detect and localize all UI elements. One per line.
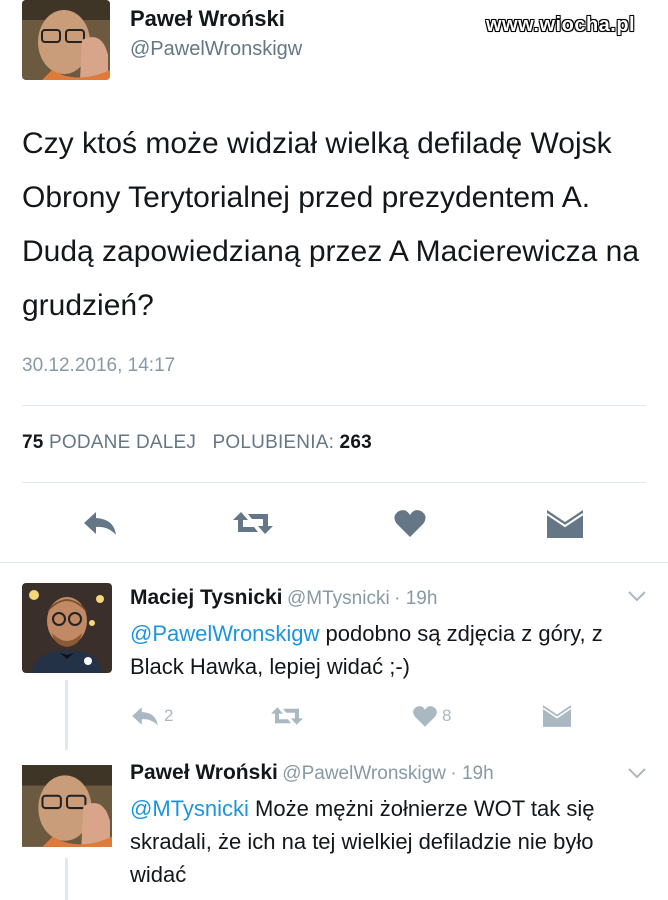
reply-header: Paweł Wroński @PawelWronskigw · 19h (130, 761, 494, 785)
reply-author-handle[interactable]: @PawelWronskigw (282, 763, 446, 784)
divider (22, 405, 646, 406)
reply-mention[interactable]: @PawelWronskigw (130, 621, 319, 646)
reply-text: @MTysnicki Może mężni żołnierze WOT tak … (130, 792, 630, 891)
retweet-icon[interactable] (232, 508, 274, 538)
direct-message-icon[interactable] (542, 705, 572, 727)
thread-line (65, 680, 68, 750)
reply-text: @PawelWronskigw podobno są zdjęcia z gór… (130, 617, 650, 683)
avatar-reply-2[interactable] (22, 760, 112, 852)
like-icon[interactable] (393, 508, 427, 538)
reply-time[interactable]: · 19h (394, 588, 437, 609)
tweet-text: Czy ktoś może widział wielką defiladę Wo… (22, 127, 640, 322)
likes-label[interactable]: POLUBIENIA: (213, 432, 335, 453)
tweet-timestamp[interactable]: 30.12.2016, 14:17 (22, 355, 175, 377)
chevron-down-icon[interactable] (628, 589, 646, 607)
avatar-reply-1[interactable] (22, 583, 112, 673)
divider (22, 482, 646, 483)
reply-icon[interactable] (130, 704, 160, 728)
reply-time[interactable]: · 19h (450, 763, 493, 784)
like-icon[interactable] (412, 704, 438, 728)
chevron-down-icon[interactable] (628, 766, 646, 784)
like-count: 8 (442, 706, 452, 725)
reply-header: Maciej Tysnicki @MTysnicki · 19h (130, 586, 437, 610)
reply-count: 2 (164, 706, 174, 725)
likes-count[interactable]: 263 (340, 432, 372, 453)
direct-message-icon[interactable] (546, 510, 584, 538)
watermark: www.wiocha.pl (486, 14, 636, 36)
avatar-main[interactable] (22, 0, 110, 80)
reply-icon[interactable] (82, 508, 118, 538)
author-name[interactable]: Paweł Wroński (130, 6, 285, 32)
reply-author-handle[interactable]: @MTysnicki (287, 588, 390, 609)
thread-line (65, 858, 68, 900)
reply-author-name[interactable]: Paweł Wroński (130, 761, 278, 784)
retweet-icon[interactable] (270, 704, 304, 728)
retweets-count[interactable]: 75 (22, 432, 44, 453)
author-handle[interactable]: @PawelWronskigw (130, 38, 302, 61)
retweets-label[interactable]: PODANE DALEJ (49, 432, 196, 453)
reply-mention[interactable]: @MTysnicki (130, 796, 249, 821)
tweet-stats: 75 PODANE DALEJ POLUBIENIA: 263 (22, 432, 372, 454)
reply-author-name[interactable]: Maciej Tysnicki (130, 586, 283, 609)
divider (0, 562, 668, 563)
